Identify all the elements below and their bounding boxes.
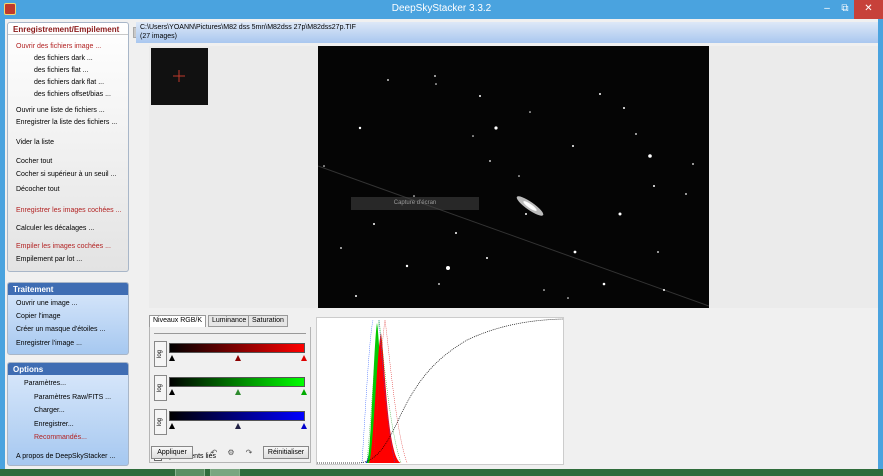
log-toggle-blue[interactable]: log [154,409,167,435]
file-path-bar: C:\Users\YOANN\Pictures\M82 dss 5mn\M82d… [136,22,878,43]
navigator-thumbnail[interactable] [151,48,208,105]
load-settings-link[interactable]: Charger... [34,407,65,414]
divider [154,333,306,334]
raw-fits-settings-link[interactable]: Paramètres Raw/FITS ... [34,394,111,401]
compute-offsets-link[interactable]: Calculer les décalages ... [16,225,94,232]
open-image-link[interactable]: Ouvrir une image ... [16,300,77,307]
client-area: Enregistrement/Empilement Ouvrir des fic… [5,19,878,469]
log-toggle-red[interactable]: log [154,341,167,367]
stacked-image[interactable]: Capture d'écran [318,46,709,308]
save-image-link[interactable]: Enregistrer l'image ... [16,340,82,347]
image-viewer[interactable]: Capture d'écran [149,46,878,308]
title-bar: DeepSkyStacker 3.3.2 – ⧉ ✕ [0,0,883,19]
star-mask-link[interactable]: Créer un masque d'étoiles ... [16,326,105,333]
clear-list-link[interactable]: Vider la liste [16,139,54,146]
registration-panel: Enregistrement/Empilement Ouvrir des fic… [7,22,129,272]
tab-saturation[interactable]: Saturation [248,315,288,327]
window-title: DeepSkyStacker 3.3.2 [391,3,492,14]
histogram-plot [317,318,564,464]
undo-icon[interactable]: ↶ [208,448,220,458]
stack-checked-link[interactable]: Empiler les images cochées ... [16,243,111,250]
screen-capture-label: Capture d'écran [351,197,479,210]
about-link[interactable]: A propos de DeepSkyStacker ... [16,453,115,460]
apply-button[interactable]: Appliquer [151,446,193,459]
taskbar-item-explorer[interactable] [175,469,205,476]
tab-luminance[interactable]: Luminance [208,315,251,327]
settings-icon[interactable]: ⚙ [225,448,237,458]
check-all-link[interactable]: Cocher tout [16,158,52,165]
restore-icon[interactable]: ⧉ [836,0,854,19]
levels-panel: log log log Ajustements liés [149,327,311,463]
save-settings-link[interactable]: Enregistrer... [34,421,74,428]
red-level-slider[interactable] [169,343,305,353]
close-icon[interactable]: ✕ [854,0,883,19]
star-field [318,75,709,307]
green-white-point-handle[interactable] [301,389,307,395]
save-list-link[interactable]: Enregistrer la liste des fichiers ... [16,119,117,126]
green-level-slider[interactable] [169,377,305,387]
options-header: Options [8,363,128,375]
uncheck-all-link[interactable]: Décocher tout [16,186,60,193]
red-white-point-handle[interactable] [301,355,307,361]
registration-header: Enregistrement/Empilement [8,23,128,35]
red-black-point-handle[interactable] [169,355,175,361]
open-list-link[interactable]: Ouvrir une liste de fichiers ... [16,107,105,114]
open-flat-link[interactable]: des fichiers flat ... [34,67,88,74]
batch-stacking-link[interactable]: Empilement par lot ... [16,256,82,263]
processing-header: Traitement [8,283,128,295]
red-midpoint-handle[interactable] [235,355,241,361]
blue-black-point-handle[interactable] [169,423,175,429]
file-path: C:\Users\YOANN\Pictures\M82 dss 5mn\M82d… [140,24,356,31]
settings-link[interactable]: Paramètres... [24,380,66,387]
redo-icon[interactable]: ↷ [243,448,255,458]
copy-image-link[interactable]: Copier l'image [16,313,61,320]
options-panel: Options Paramètres... Paramètres Raw/FIT… [7,362,129,466]
green-black-point-handle[interactable] [169,389,175,395]
processing-panel: Traitement Ouvrir une image ... Copier l… [7,282,129,355]
open-dark-flat-link[interactable]: des fichiers dark flat ... [34,79,104,86]
blue-white-point-handle[interactable] [301,423,307,429]
register-checked-link[interactable]: Enregistrer les images cochées ... [16,207,121,214]
image-count: (27 images) [140,33,177,40]
blue-level-slider[interactable] [169,411,305,421]
green-midpoint-handle[interactable] [235,389,241,395]
histogram[interactable] [316,317,564,465]
check-threshold-link[interactable]: Cocher si supérieur à un seuil ... [16,171,116,178]
open-dark-link[interactable]: des fichiers dark ... [34,55,93,62]
crosshair-icon [173,70,185,82]
reset-button[interactable]: Réinitialiser [263,446,309,459]
log-toggle-green[interactable]: log [154,375,167,401]
open-images-link[interactable]: Ouvrir des fichiers image ... [16,43,101,50]
taskbar-item-deepskystacker[interactable] [210,469,240,476]
open-offset-link[interactable]: des fichiers offset/bias ... [34,91,111,98]
taskbar [0,469,883,476]
task-sidebar: Enregistrement/Empilement Ouvrir des fic… [5,19,132,469]
minimize-icon[interactable]: – [818,0,836,19]
blue-midpoint-handle[interactable] [235,423,241,429]
recommended-link[interactable]: Recommandés... [34,434,87,441]
